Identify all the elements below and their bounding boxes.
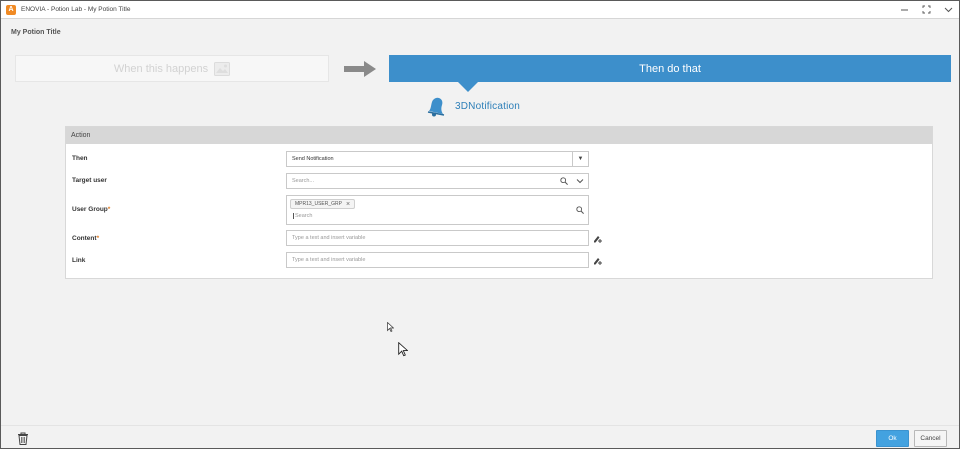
remove-tag-icon[interactable]: × bbox=[346, 201, 350, 208]
ok-button[interactable]: Ok bbox=[876, 430, 909, 447]
then-action-box[interactable]: Then do that bbox=[389, 55, 951, 82]
flow-arrow-icon bbox=[344, 61, 376, 77]
enovia-app-icon: A bbox=[6, 4, 16, 15]
user-group-input[interactable]: MPR13_USER_GRP × Search bbox=[286, 195, 589, 225]
maximize-icon[interactable] bbox=[921, 4, 931, 15]
then-select[interactable]: Send Notification ▼ bbox=[286, 151, 589, 167]
chevron-down-icon[interactable] bbox=[943, 4, 953, 15]
footer-divider bbox=[1, 425, 959, 426]
target-user-placeholder: Search... bbox=[292, 178, 315, 184]
search-icon[interactable] bbox=[560, 177, 568, 185]
content-placeholder: Type a text and insert variable bbox=[292, 235, 366, 241]
search-icon[interactable] bbox=[576, 206, 584, 214]
brand-name: 3DNotification bbox=[455, 100, 521, 112]
user-group-tag-label: MPR13_USER_GRP bbox=[295, 201, 342, 207]
target-user-label: Target user bbox=[72, 177, 107, 184]
mouse-cursor-icon bbox=[398, 342, 408, 357]
action-panel-header: Action bbox=[66, 127, 932, 144]
link-placeholder: Type a text and insert variable bbox=[292, 257, 366, 263]
insert-variable-icon[interactable] bbox=[593, 234, 603, 243]
mouse-cursor-icon bbox=[387, 322, 394, 332]
insert-variable-icon[interactable] bbox=[593, 256, 603, 265]
when-label: When this happens bbox=[113, 62, 209, 75]
cancel-button[interactable]: Cancel bbox=[914, 430, 947, 447]
window-title: ENOVIA - Potion Lab - My Potion Title bbox=[21, 6, 131, 13]
when-trigger-box[interactable]: When this happens bbox=[15, 55, 329, 82]
user-group-label: User Group* bbox=[72, 206, 111, 213]
then-select-value: Send Notification bbox=[292, 156, 334, 162]
trash-icon[interactable] bbox=[17, 432, 29, 445]
action-panel: Action Then Send Notification ▼ Target u… bbox=[65, 126, 933, 279]
then-label: Then do that bbox=[639, 62, 701, 75]
minimize-icon[interactable] bbox=[899, 4, 909, 15]
target-user-search-input[interactable]: Search... bbox=[286, 173, 589, 189]
content-label: Content* bbox=[72, 235, 100, 242]
chevron-down-icon[interactable] bbox=[576, 178, 584, 184]
bell-icon bbox=[427, 97, 445, 117]
potion-editor-window: A ENOVIA - Potion Lab - My Potion Title … bbox=[0, 0, 960, 449]
trigger-image-icon bbox=[214, 61, 231, 76]
content-input[interactable]: Type a text and insert variable bbox=[286, 230, 589, 246]
user-group-placeholder: Search bbox=[293, 213, 313, 219]
title-bar: A ENOVIA - Potion Lab - My Potion Title bbox=[1, 1, 959, 19]
then-pointer bbox=[458, 82, 478, 92]
window-controls bbox=[899, 4, 953, 15]
dropdown-caret-icon[interactable]: ▼ bbox=[572, 152, 588, 166]
notification-brand: 3DNotification bbox=[425, 95, 520, 117]
potion-title: My Potion Title bbox=[11, 29, 61, 36]
user-group-tag: MPR13_USER_GRP × bbox=[290, 199, 356, 209]
link-input[interactable]: Type a text and insert variable bbox=[286, 252, 589, 268]
link-label: Link bbox=[72, 257, 86, 264]
then-field-label: Then bbox=[72, 155, 88, 162]
